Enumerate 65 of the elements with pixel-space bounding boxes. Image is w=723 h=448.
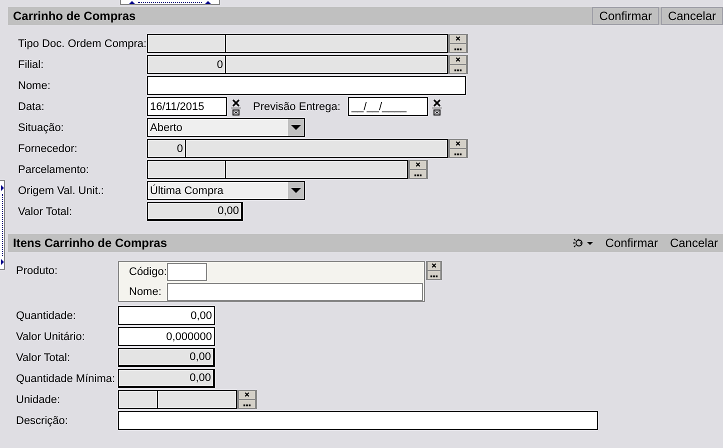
number-field[interactable]: 0,00 xyxy=(147,202,243,221)
dropdown[interactable]: Aberto xyxy=(147,118,305,137)
description-field[interactable] xyxy=(226,55,448,74)
field-label: Valor Total: xyxy=(16,352,72,364)
field-label: Valor Total: xyxy=(18,206,74,218)
field-label: Nome: xyxy=(18,80,52,92)
caret-icon xyxy=(288,119,304,136)
cancel-button[interactable]: Cancelar xyxy=(660,7,723,25)
eye-menu-icon[interactable] xyxy=(572,238,594,248)
clear-icon[interactable] xyxy=(449,56,467,64)
field-label: Filial: xyxy=(18,58,45,70)
clear-icon[interactable] xyxy=(238,391,256,399)
section-title: Itens Carrinho de Compras xyxy=(12,236,168,250)
field-label: Valor Unitário: xyxy=(16,330,86,342)
number-field[interactable]: 0,00 xyxy=(118,306,215,325)
number-field[interactable]: 0,00 xyxy=(118,369,215,388)
ellipsis-icon[interactable] xyxy=(427,271,441,279)
dropdown[interactable]: Última Compra xyxy=(147,181,305,200)
number-field[interactable]: 0,000000 xyxy=(118,327,215,346)
code-field[interactable]: 0 xyxy=(147,55,226,74)
clear-calendar-icon[interactable] xyxy=(229,98,243,116)
field-label: Nome: xyxy=(129,286,162,298)
field-label: Unidade: xyxy=(16,394,62,406)
description-field[interactable] xyxy=(158,390,237,409)
clear-icon[interactable] xyxy=(409,161,427,169)
ellipsis-icon[interactable] xyxy=(449,65,467,73)
ellipsis-icon[interactable] xyxy=(449,44,467,52)
code-field[interactable] xyxy=(118,390,158,409)
code-field[interactable]: 0 xyxy=(147,139,186,158)
confirm-button[interactable]: Confirmar xyxy=(592,7,659,25)
ellipsis-icon[interactable] xyxy=(409,170,427,178)
field-label: Quantidade Mínima: xyxy=(16,372,116,384)
splitter-handle[interactable] xyxy=(0,180,5,270)
clear-calendar-icon[interactable] xyxy=(430,98,444,116)
description-field[interactable] xyxy=(226,34,448,53)
code-field[interactable] xyxy=(147,160,226,179)
caret-icon xyxy=(288,182,304,199)
field-label: Origem Val. Unit.: xyxy=(18,184,105,196)
date-field[interactable]: __/__/____ xyxy=(348,97,428,116)
field-label: Produto: xyxy=(16,264,59,277)
ellipsis-icon[interactable] xyxy=(238,400,256,408)
clear-icon[interactable] xyxy=(449,140,467,148)
date-field[interactable]: 16/11/2015 xyxy=(147,97,227,116)
clear-icon[interactable] xyxy=(427,262,441,270)
clear-icon[interactable] xyxy=(449,35,467,43)
field-label: Previsão Entrega: xyxy=(253,100,340,112)
field-label: Situação: xyxy=(18,122,65,134)
field-label: Descrição: xyxy=(16,414,69,426)
field-label: Quantidade: xyxy=(16,310,77,322)
text-field[interactable] xyxy=(118,411,598,430)
code-field[interactable] xyxy=(167,263,207,281)
ellipsis-icon[interactable] xyxy=(449,149,467,157)
field-label: Fornecedor: xyxy=(18,142,78,154)
section-title: Carrinho de Compras xyxy=(12,9,136,23)
code-field[interactable] xyxy=(147,34,226,53)
name-field[interactable] xyxy=(166,283,423,301)
description-field[interactable] xyxy=(226,160,408,179)
number-field[interactable]: 0,00 xyxy=(118,348,215,367)
description-field[interactable] xyxy=(186,139,448,158)
splitter-handle[interactable] xyxy=(120,0,220,5)
field-label: Tipo Doc. Ordem Compra: xyxy=(18,38,147,50)
text-field[interactable] xyxy=(147,76,466,95)
field-label: Data: xyxy=(18,100,46,112)
field-label: Parcelamento: xyxy=(18,164,90,176)
field-label: Código: xyxy=(129,266,167,278)
